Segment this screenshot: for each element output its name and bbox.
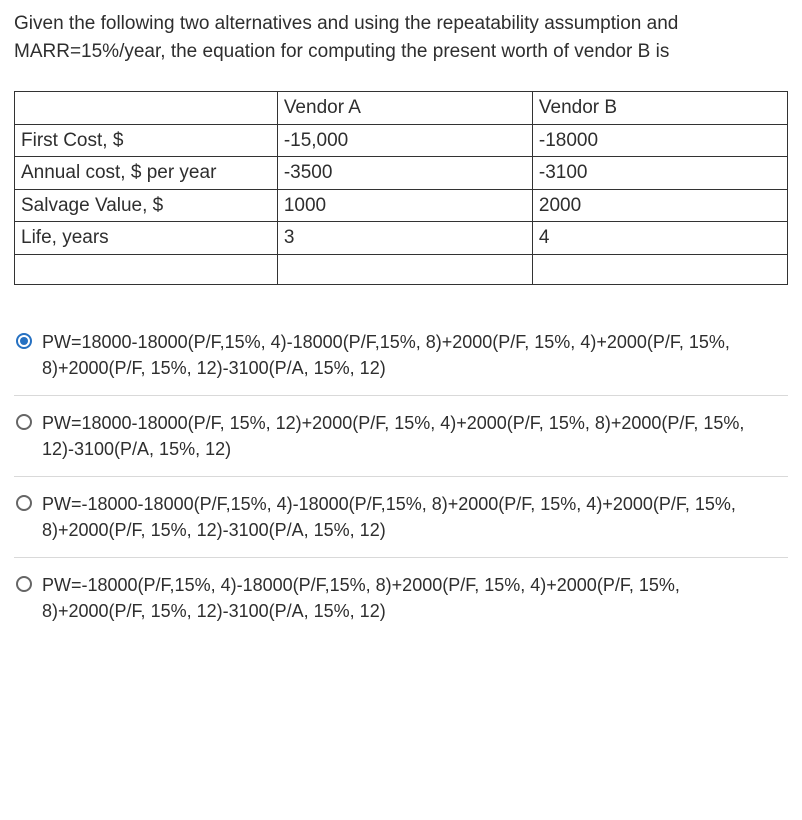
table-row: First Cost, $ -15,000 -18000 (15, 124, 788, 157)
option-text: PW=18000-18000(P/F, 15%, 12)+2000(P/F, 1… (42, 410, 786, 462)
table-row: Life, years 3 4 (15, 222, 788, 255)
option-text: PW=-18000-18000(P/F,15%, 4)-18000(P/F,15… (42, 491, 786, 543)
radio-icon[interactable] (16, 333, 32, 349)
option-3[interactable]: PW=-18000-18000(P/F,15%, 4)-18000(P/F,15… (14, 477, 788, 558)
radio-icon[interactable] (16, 495, 32, 511)
header-vendor-a: Vendor A (277, 92, 532, 125)
row-label: First Cost, $ (15, 124, 278, 157)
data-table: Vendor A Vendor B First Cost, $ -15,000 … (14, 91, 788, 285)
empty-cell (277, 254, 532, 284)
cell-vendor-b: -3100 (532, 157, 787, 190)
cell-vendor-b: -18000 (532, 124, 787, 157)
option-2[interactable]: PW=18000-18000(P/F, 15%, 12)+2000(P/F, 1… (14, 396, 788, 477)
option-text: PW=-18000(P/F,15%, 4)-18000(P/F,15%, 8)+… (42, 572, 786, 624)
cell-vendor-b: 2000 (532, 189, 787, 222)
table-header-row: Vendor A Vendor B (15, 92, 788, 125)
option-4[interactable]: PW=-18000(P/F,15%, 4)-18000(P/F,15%, 8)+… (14, 558, 788, 638)
cell-vendor-a: 3 (277, 222, 532, 255)
options-group: PW=18000-18000(P/F,15%, 4)-18000(P/F,15%… (14, 315, 788, 639)
option-1[interactable]: PW=18000-18000(P/F,15%, 4)-18000(P/F,15%… (14, 315, 788, 396)
table-empty-row (15, 254, 788, 284)
option-text: PW=18000-18000(P/F,15%, 4)-18000(P/F,15%… (42, 329, 786, 381)
empty-cell (15, 254, 278, 284)
cell-vendor-b: 4 (532, 222, 787, 255)
row-label: Life, years (15, 222, 278, 255)
table-row: Salvage Value, $ 1000 2000 (15, 189, 788, 222)
row-label: Salvage Value, $ (15, 189, 278, 222)
header-vendor-b: Vendor B (532, 92, 787, 125)
radio-icon[interactable] (16, 414, 32, 430)
question-text: Given the following two alternatives and… (14, 10, 788, 65)
cell-vendor-a: 1000 (277, 189, 532, 222)
cell-vendor-a: -15,000 (277, 124, 532, 157)
row-label: Annual cost, $ per year (15, 157, 278, 190)
header-blank (15, 92, 278, 125)
empty-cell (532, 254, 787, 284)
cell-vendor-a: -3500 (277, 157, 532, 190)
table-row: Annual cost, $ per year -3500 -3100 (15, 157, 788, 190)
radio-icon[interactable] (16, 576, 32, 592)
